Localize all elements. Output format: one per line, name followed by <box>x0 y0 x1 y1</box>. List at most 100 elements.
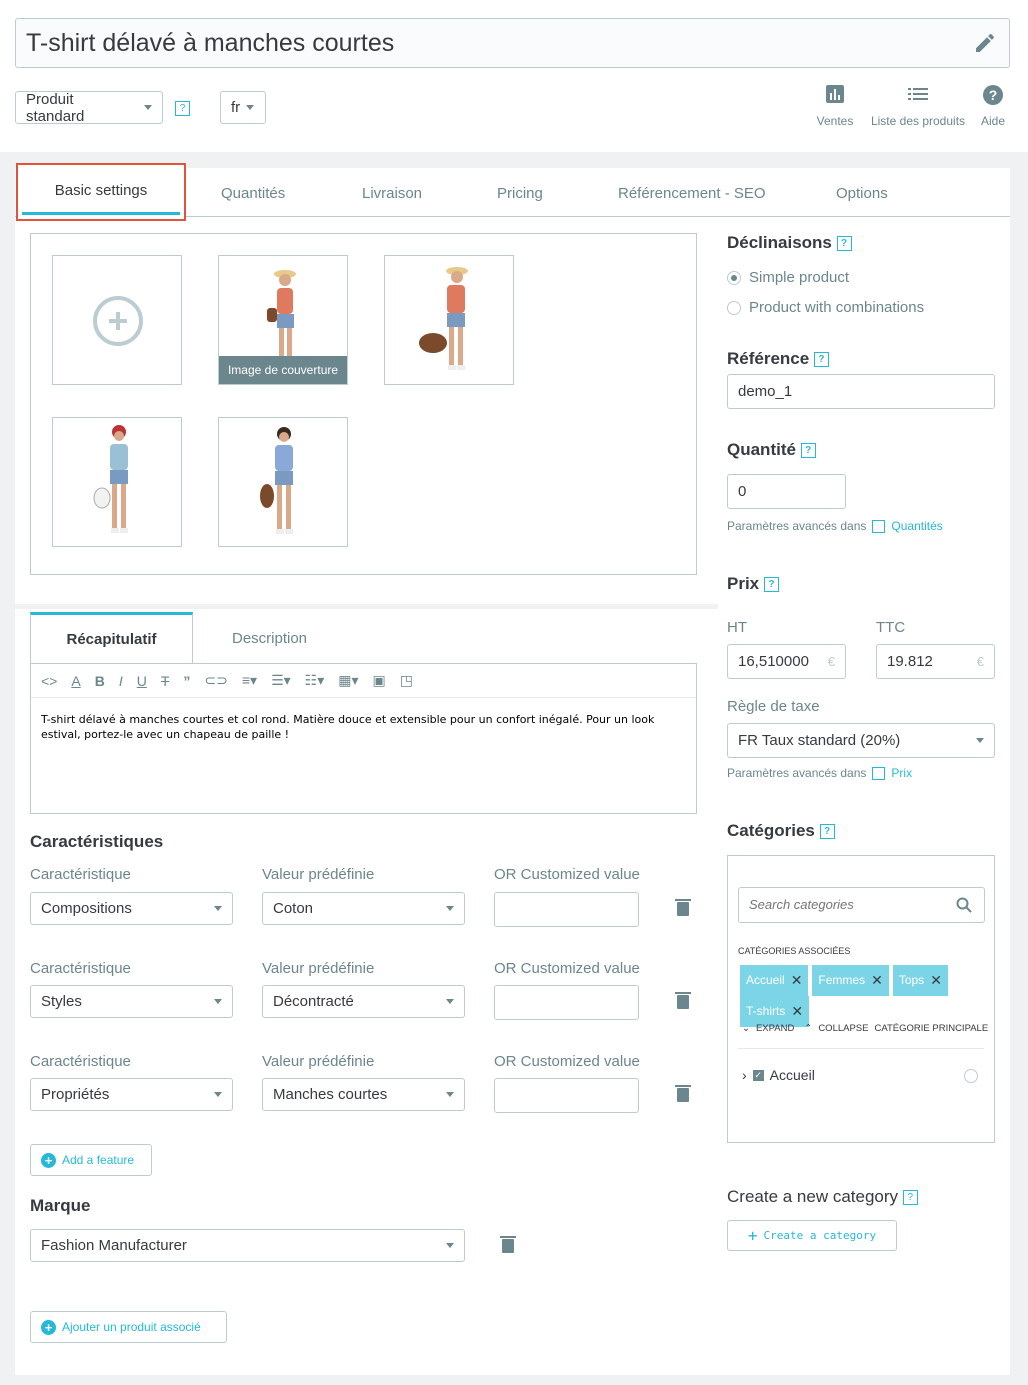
product-image-2[interactable] <box>384 255 514 385</box>
image-icon[interactable]: ▣ <box>373 672 386 689</box>
radio-product-combinations[interactable]: Product with combinations <box>727 299 924 316</box>
product-image-3[interactable] <box>52 417 182 547</box>
tab-quantities[interactable]: Quantités <box>221 185 285 202</box>
bold-icon[interactable]: B <box>95 673 105 689</box>
close-icon[interactable]: ✕ <box>791 967 803 994</box>
trash-icon[interactable] <box>675 992 691 1009</box>
caret-down-icon <box>446 1243 454 1248</box>
editor-content[interactable]: T-shirt délavé à manches courtes et col … <box>31 698 696 756</box>
editor-toolbar: <> A B I U T ” ⊂⊃ ≡▾ ☰▾ ☷▾ ▦▾ ▣ ◳ <box>31 664 696 698</box>
help-icon[interactable]: ? <box>800 443 816 459</box>
ttc-label: TTC <box>876 619 906 636</box>
close-icon[interactable]: ✕ <box>930 967 942 994</box>
brand-title: Marque <box>30 1196 91 1215</box>
caret-down-icon <box>214 1092 222 1097</box>
language-select[interactable]: fr <box>220 91 266 124</box>
reference-input[interactable]: demo_1 <box>727 374 995 409</box>
trash-icon[interactable] <box>675 899 691 916</box>
help-icon[interactable]: ? <box>902 1190 918 1206</box>
product-name-field[interactable]: T-shirt délavé à manches courtes <box>15 18 1010 68</box>
main-category-radio[interactable] <box>964 1069 978 1083</box>
tree-item-accueil[interactable]: › ✓ Accueil <box>742 1067 815 1083</box>
expand-button[interactable]: EXPAND <box>756 1023 794 1034</box>
close-icon[interactable]: ✕ <box>871 967 883 994</box>
feature-select[interactable]: Styles <box>30 985 233 1018</box>
help-icon[interactable]: ? <box>175 101 190 116</box>
category-tag[interactable]: Accueil ✕ <box>740 965 809 996</box>
editor-tab-description[interactable]: Description <box>232 630 307 647</box>
add-image-dropzone[interactable] <box>52 255 182 385</box>
code-icon[interactable]: <> <box>41 673 57 689</box>
numbered-list-icon[interactable]: ☷▾ <box>305 672 325 689</box>
categories-title: Catégories ? <box>727 821 835 841</box>
price-ttc-input[interactable]: 19.812 € <box>876 644 995 679</box>
tab-options[interactable]: Options <box>836 185 888 202</box>
toolbar-sales[interactable]: Ventes <box>812 84 858 128</box>
table-icon[interactable]: ▦▾ <box>338 672 358 689</box>
help-icon[interactable]: ? <box>763 577 779 593</box>
external-link-icon <box>872 519 886 533</box>
trash-icon[interactable] <box>500 1236 516 1253</box>
model-photo <box>260 427 293 534</box>
chevron-down-icon: ⌄ <box>742 1023 750 1034</box>
feature-label: Caractéristique <box>30 960 131 977</box>
editor-tab-summary[interactable]: Récapitulatif <box>30 612 193 664</box>
toolbar-product-list[interactable]: Liste des produits <box>866 84 970 128</box>
italic-icon[interactable]: I <box>119 673 123 689</box>
underline-icon[interactable]: U <box>137 673 147 689</box>
align-icon[interactable]: ≡▾ <box>242 672 257 689</box>
caret-down-icon <box>446 1092 454 1097</box>
tax-rule-select[interactable]: FR Taux standard (20%) <box>727 723 995 758</box>
pencil-icon[interactable] <box>973 31 997 55</box>
search-icon[interactable] <box>956 897 972 913</box>
checkbox-checked-icon[interactable]: ✓ <box>752 1069 764 1081</box>
feature-label: Caractéristique <box>30 866 131 883</box>
main-category-label: CATÉGORIE PRINCIPALE <box>874 1023 989 1034</box>
add-related-product-button[interactable]: + Ajouter un produit associé <box>30 1311 227 1343</box>
toolbar-help[interactable]: ? Aide <box>975 84 1011 128</box>
value-select[interactable]: Décontracté <box>262 985 465 1018</box>
rich-text-editor[interactable]: <> A B I U T ” ⊂⊃ ≡▾ ☰▾ ☷▾ ▦▾ ▣ ◳ T-shir… <box>30 663 697 814</box>
tab-shipping[interactable]: Livraison <box>362 185 422 202</box>
value-select[interactable]: Manches courtes <box>262 1078 465 1111</box>
help-icon[interactable]: ? <box>836 236 852 252</box>
feature-select[interactable]: Compositions <box>30 892 233 925</box>
feature-select[interactable]: Propriétés <box>30 1078 233 1111</box>
create-category-button[interactable]: + Create a category <box>727 1220 897 1251</box>
product-type-select[interactable]: Produit standard <box>15 91 163 125</box>
tab-basic-settings[interactable]: Basic settings <box>16 163 186 221</box>
tab-seo[interactable]: Référencement - SEO <box>618 185 766 202</box>
help-icon[interactable]: ? <box>813 352 829 368</box>
category-search-input[interactable] <box>749 897 949 912</box>
product-image-cover[interactable]: Image de couverture <box>218 255 348 385</box>
tab-pricing[interactable]: Pricing <box>497 185 543 202</box>
chevron-right-icon[interactable]: › <box>742 1067 747 1083</box>
strikethrough-icon[interactable]: T <box>161 673 170 689</box>
add-feature-button[interactable]: + Add a feature <box>30 1144 152 1176</box>
product-image-4[interactable] <box>218 417 348 547</box>
text-color-icon[interactable]: A <box>71 673 80 689</box>
price-link[interactable]: Prix <box>891 766 912 780</box>
quantities-link[interactable]: Quantités <box>891 519 942 533</box>
link-icon[interactable]: ⊂⊃ <box>204 672 227 689</box>
collapse-button[interactable]: COLLAPSE <box>818 1023 868 1034</box>
category-tag[interactable]: Tops ✕ <box>892 965 948 996</box>
radio-icon <box>727 300 741 315</box>
media-icon[interactable]: ◳ <box>400 672 413 689</box>
price-ht-input[interactable]: 16,510000 € <box>727 644 846 679</box>
category-search-field[interactable] <box>738 887 985 923</box>
quote-icon[interactable]: ” <box>183 673 190 689</box>
help-icon[interactable]: ? <box>819 824 835 840</box>
quantity-input[interactable]: 0 <box>727 474 846 509</box>
custom-value-input[interactable] <box>494 985 639 1020</box>
custom-label: OR Customized value <box>494 960 640 977</box>
brand-select[interactable]: Fashion Manufacturer <box>30 1229 465 1262</box>
category-tag[interactable]: Femmes ✕ <box>812 965 889 996</box>
radio-simple-product[interactable]: Simple product <box>727 269 849 286</box>
value-select[interactable]: Coton <box>262 892 465 925</box>
close-icon[interactable]: ✕ <box>791 998 803 1025</box>
trash-icon[interactable] <box>675 1085 691 1102</box>
custom-value-input[interactable] <box>494 892 639 927</box>
custom-value-input[interactable] <box>494 1078 639 1113</box>
bullet-list-icon[interactable]: ☰▾ <box>271 672 291 689</box>
